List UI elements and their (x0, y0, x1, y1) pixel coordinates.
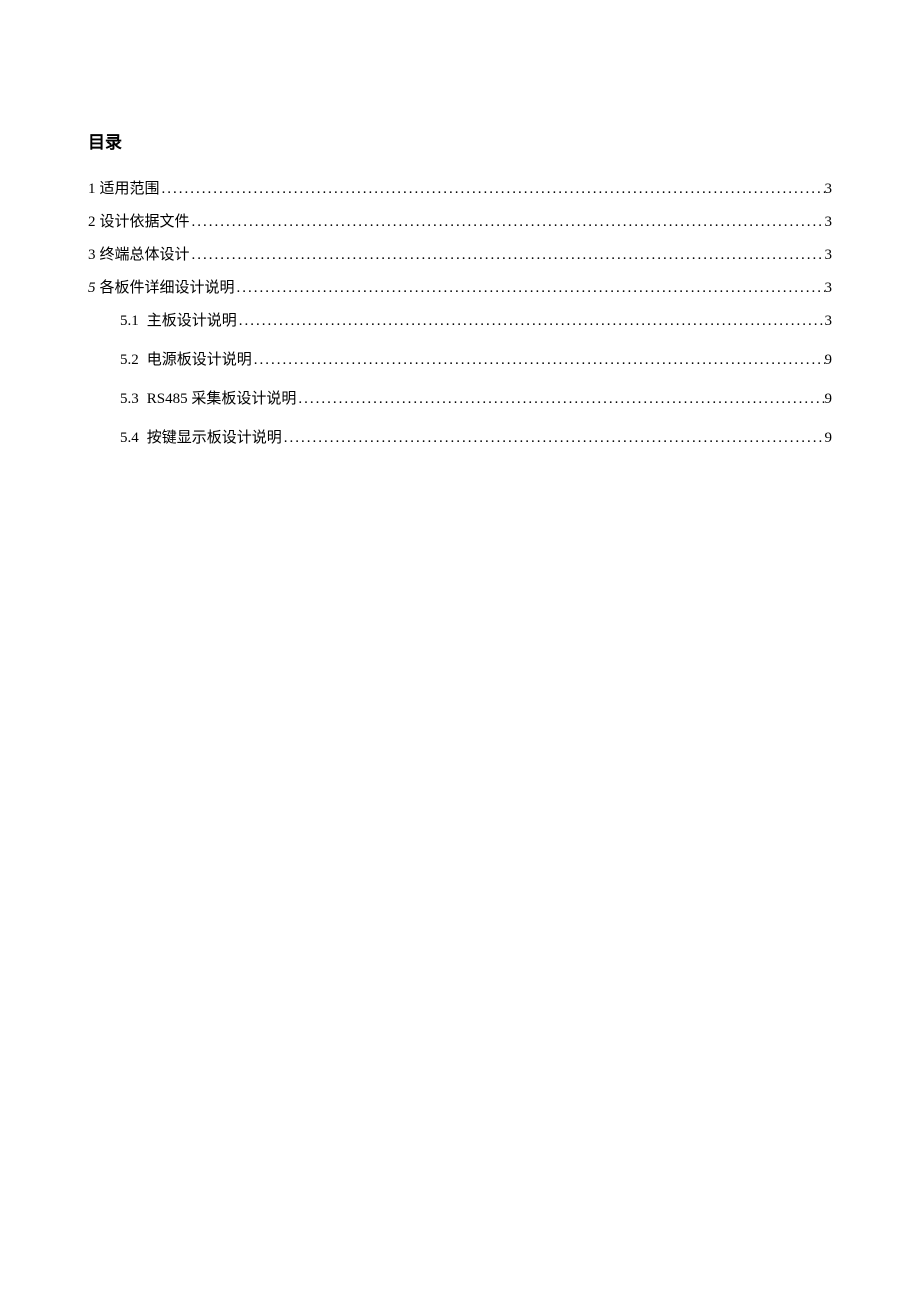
toc-entry[interactable]: 5各板件详细设计说明..............................… (88, 276, 832, 297)
toc-entry-number: 2 (88, 214, 96, 230)
toc-leader-dots: ........................................… (237, 313, 825, 330)
toc-entry-label: 2设计依据文件 (88, 210, 190, 231)
toc-entry-number: 3 (88, 247, 96, 263)
toc-heading: 目录 (88, 128, 832, 153)
toc-entry-label: 5.2 电源板设计说明 (120, 348, 252, 369)
toc-leader-dots: ........................................… (160, 181, 825, 198)
toc-entry-number: 5.2 (120, 352, 139, 368)
toc-entry-page: 3 (825, 214, 833, 231)
toc-entry[interactable]: 5.1 主板设计说明...............................… (88, 309, 832, 330)
toc-entry[interactable]: 2设计依据文件.................................… (88, 210, 832, 231)
toc-entry-label: 3终端总体设计 (88, 243, 190, 264)
toc-entry-page: 3 (825, 181, 833, 198)
toc-list: 1适用范围...................................… (88, 177, 832, 447)
toc-entry-label: 1适用范围 (88, 177, 160, 198)
toc-entry-number: 5.1 (120, 313, 139, 329)
toc-leader-dots: ........................................… (190, 214, 825, 231)
toc-entry-label: 5.3 RS485 采集板设计说明 (120, 387, 296, 408)
toc-entry-page: 9 (825, 391, 833, 408)
toc-entry[interactable]: 5.4 按键显示板设计说明............................… (88, 426, 832, 447)
toc-entry[interactable]: 1适用范围...................................… (88, 177, 832, 198)
toc-entry-page: 9 (825, 352, 833, 369)
toc-entry-label: 5.1 主板设计说明 (120, 309, 237, 330)
toc-entry-number: 5.4 (120, 430, 139, 446)
toc-entry-title: 终端总体设计 (100, 247, 190, 263)
toc-entry[interactable]: 5.2 电源板设计说明..............................… (88, 348, 832, 369)
toc-entry-title: 按键显示板设计说明 (147, 430, 282, 446)
toc-entry[interactable]: 5.3 RS485 采集板设计说明........................… (88, 387, 832, 408)
toc-leader-dots: ........................................… (282, 430, 825, 447)
toc-entry-title: 设计依据文件 (100, 214, 190, 230)
toc-entry-page: 3 (825, 313, 833, 330)
toc-entry-page: 9 (825, 430, 833, 447)
toc-entry-page: 3 (825, 280, 833, 297)
toc-leader-dots: ........................................… (252, 352, 825, 369)
toc-entry-title: RS485 采集板设计说明 (147, 391, 297, 407)
toc-entry-title: 电源板设计说明 (147, 352, 252, 368)
toc-entry-number: 5.3 (120, 391, 139, 407)
toc-entry-page: 3 (825, 247, 833, 264)
toc-entry-label: 5各板件详细设计说明 (88, 276, 235, 297)
toc-entry-title: 适用范围 (100, 181, 160, 197)
toc-entry-title: 各板件详细设计说明 (100, 280, 235, 296)
toc-entry-title: 主板设计说明 (147, 313, 237, 329)
toc-leader-dots: ........................................… (190, 247, 825, 264)
toc-entry[interactable]: 3终端总体设计.................................… (88, 243, 832, 264)
toc-entry-number: 1 (88, 181, 96, 197)
toc-entry-number: 5 (88, 280, 96, 296)
toc-entry-label: 5.4 按键显示板设计说明 (120, 426, 282, 447)
toc-leader-dots: ........................................… (296, 391, 824, 408)
toc-leader-dots: ........................................… (235, 280, 825, 297)
